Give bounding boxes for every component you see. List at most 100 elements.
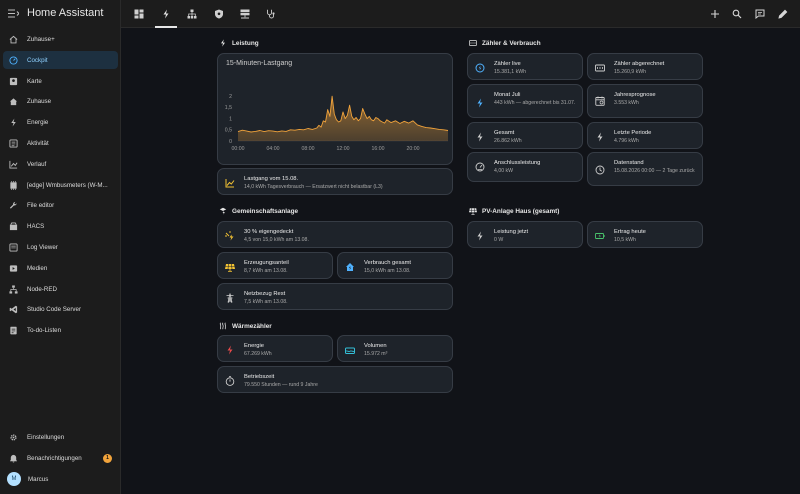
lightning-icon [163,9,169,19]
tile-value: 4,5 von 15,0 kWh am 13.08. [244,237,309,243]
list-icon [9,138,18,148]
search-button[interactable] [726,0,748,28]
menu-open-icon[interactable] [8,8,19,18]
home-outline-icon [9,35,18,44]
sidebar-item-file-editor[interactable]: File editor [3,196,118,214]
section-title-text: PV-Anlage Haus (gesamt) [482,207,560,215]
tile-leistung-jetzt[interactable]: Leistung jetzt 0 W [467,221,583,248]
x-tick-label: 20:00 [407,146,420,152]
tile-waerme-energie[interactable]: Energie 67.269 kWh [217,335,333,362]
sidebar-item-wmbusmeters[interactable]: [edge] Wmbusmeters (W-M... [3,176,118,194]
assist-button[interactable] [749,0,771,28]
section-title-text: Leistung [232,39,259,47]
sidebar-item-hacs[interactable]: HACS [3,217,118,235]
search-icon [732,9,742,19]
module-icon [9,180,18,190]
section-title-gemeinschaft: Gemeinschaftsanlage [219,207,298,215]
tile-value: 14,0 kWh Tagesverbrauch — Ersatzwert nic… [244,184,383,190]
x-tick-label: 16:00 [372,146,385,152]
x-tick-label: 04:00 [267,146,280,152]
y-tick-label: 1 [229,116,232,122]
top-bar [121,0,800,28]
tile-zaehler-live[interactable]: Zähler live 15.381,1 kWh [467,53,583,80]
tile-value: 15.972 m³ [364,351,388,357]
chart-card[interactable]: 15-Minuten-Lastgang 0 0,5 1 1,5 2 00:00 04:00 0… [217,53,453,165]
gear-icon [9,433,18,442]
tab-network[interactable] [178,0,206,28]
edit-button[interactable] [772,0,794,28]
home-lightning-icon [344,261,355,272]
lightning-icon [474,97,485,108]
tile-eigengedeckt[interactable]: 30 % eigengedeckt 4,5 von 15,0 kWh am 13.… [217,221,453,248]
tile-erzeugungsanteil[interactable]: Erzeugungsanteil 8,7 kWh am 13.08. [217,252,333,279]
tile-lastgang[interactable]: Lastgang vom 15.08. 14,0 kWh Tagesverbrau… [217,168,453,195]
sidebar-item-label: To-do-Listen [27,326,62,334]
tile-value: 3.553 kWh [614,100,639,106]
server-icon [240,9,250,19]
tile-ertrag-heute[interactable]: Ertrag heute 10,5 kWh [587,221,703,248]
section-title-leistung: Leistung [219,39,259,47]
sidebar-item-cockpit[interactable]: Cockpit [3,51,118,69]
tile-volumen[interactable]: Volumen 15.972 m³ [337,335,453,362]
tile-netzbezug[interactable]: Netzbezug Rest 7,5 kWh am 13.08. [217,283,453,310]
series-area [238,96,448,141]
tab-security[interactable] [205,0,233,28]
hacs-icon [9,221,18,231]
counter-icon [469,39,477,47]
lightning-icon [224,344,235,355]
lightning-icon [9,117,18,127]
add-button[interactable] [704,0,726,28]
notifications-label: Benachrichtigungen [27,454,82,462]
sidebar-item-zuhause-plus[interactable]: Zuhause+ [3,30,118,48]
tile-value: 4.796 kWh [614,138,639,144]
plus-icon [711,10,719,18]
tile-value: 8,7 kWh am 13.08. [244,268,288,274]
sidebar-item-settings[interactable]: Einstellungen [3,428,118,446]
tile-name: Anschlussleistung [494,160,541,166]
tile-jahresprognose[interactable]: Jahresprognose 3.553 kWh [587,84,703,118]
tab-overview[interactable] [125,0,153,28]
sidebar-item-label: Energie [27,118,49,126]
tile-gesamt[interactable]: Gesamt 26.862 kWh [467,122,583,149]
sidebar-item-label: Karte [27,77,42,85]
sidebar: Home Assistant Zuhause+ Cockpit Karte Zu… [0,0,121,494]
sidebar-item-zuhause[interactable]: Zuhause [3,92,118,110]
tab-server[interactable] [231,0,259,28]
sidebar-item-studio-code-server[interactable]: Studio Code Server [3,300,118,318]
pencil-icon [778,9,788,19]
load-profile-chart: 0 0,5 1 1,5 2 00:00 04:00 08:00 12:00 16:00 20:00 [225,94,449,152]
sidebar-item-karte[interactable]: Karte [3,72,118,90]
sidebar-item-medien[interactable]: Medien [3,259,118,277]
sidebar-item-todo[interactable]: To-do-Listen [3,321,118,339]
tile-verbrauch-gesamt[interactable]: Verbrauch gesamt 15,0 kWh am 13.08. [337,252,453,279]
sidebar-item-label: Log Viewer [27,243,58,251]
sidebar-item-notifications[interactable]: Benachrichtigungen 1 [3,449,118,467]
tile-letzte-periode[interactable]: Letzte Periode 4.796 kWh [587,122,703,149]
tile-zaehler-abgerechnet[interactable]: Zähler abgerechnet 15.260,9 kWh [587,53,703,80]
tile-datenstand[interactable]: Datenstand 15.08.2026 00:00 — 2 Tage zurü… [587,152,703,186]
sidebar-item-node-red[interactable]: Node-RED [3,280,118,298]
sidebar-item-label: Cockpit [27,56,48,64]
tile-value: 15.260,9 kWh [614,69,647,75]
tile-anschlussleistung[interactable]: Anschlussleistung 4,00 kW [467,152,583,182]
tile-value: 10,5 kWh [614,237,636,243]
tab-health[interactable] [257,0,285,28]
sidebar-item-user[interactable]: M Marcus [3,470,118,488]
tile-name: Volumen [364,343,387,349]
tab-energy[interactable] [152,0,180,28]
heat-wave-icon [219,322,227,330]
tile-name: Datenstand [614,160,644,166]
clock-icon [594,164,605,175]
sidebar-item-energie[interactable]: Energie [3,113,118,131]
tile-monat-juli[interactable]: Monat Juli 443 kWh — abgerechnet bis 31.0… [467,84,583,118]
lightning-icon [219,39,227,47]
sidebar-item-verlauf[interactable]: Verlauf [3,155,118,173]
tile-value: 26.862 kWh [494,138,522,144]
tile-betriebszeit[interactable]: Betriebszeit 79.550 Stunden — rund 9 Jahr… [217,366,453,393]
sidebar-item-log-viewer[interactable]: Log Viewer [3,238,118,256]
x-tick-label: 00:00 [232,146,245,152]
media-icon [9,264,18,273]
sidebar-item-label: Verlauf [27,160,47,168]
x-tick-label: 12:00 [337,146,350,152]
sidebar-item-aktivitaet[interactable]: Aktivität [3,134,118,152]
